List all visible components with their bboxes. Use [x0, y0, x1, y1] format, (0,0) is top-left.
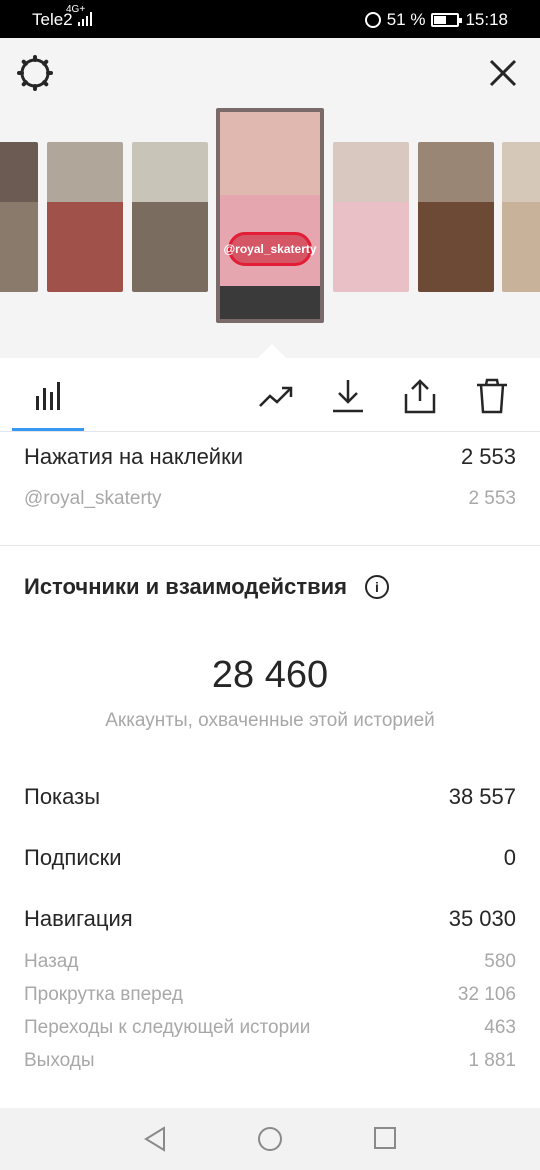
clock: 15:18: [465, 10, 508, 29]
gear-icon[interactable]: [16, 54, 54, 92]
battery-icon: [431, 13, 463, 27]
system-nav-bar: [0, 1108, 540, 1170]
follows-row: Подписки 0: [24, 845, 516, 871]
story-thumbnail[interactable]: [418, 142, 494, 292]
sticker-taps-value: 2 553: [460, 444, 516, 469]
section-divider: [0, 545, 540, 546]
navigation-row: Навигация 35 030: [24, 906, 516, 932]
story-thumbnail[interactable]: [47, 142, 123, 292]
download-icon[interactable]: [330, 378, 366, 414]
sticker-item-label: @royal_skaterty: [24, 488, 162, 509]
active-tab-indicator: [12, 428, 84, 431]
recent-square-icon[interactable]: [373, 1126, 397, 1150]
nav-detail-label: Переходы к следующей истории: [24, 1017, 311, 1038]
nav-detail-value: 32 106: [457, 984, 516, 1005]
story-preview-area: @royal_skaterty: [0, 38, 540, 358]
reach-value: 28 460: [211, 654, 329, 696]
status-bar: Tele2 4G+ 51 % 15:18: [0, 0, 540, 38]
sticker-taps-row: Нажатия на наклейки 2 553: [24, 444, 516, 470]
share-icon[interactable]: [402, 378, 438, 414]
story-thumbnail[interactable]: [333, 142, 409, 292]
nav-detail-value: 580: [484, 951, 516, 972]
reach-label: Аккаунты, охваченные этой историей: [105, 710, 435, 731]
close-icon[interactable]: [488, 58, 518, 88]
metric-value: 38 557: [448, 784, 516, 809]
bar-chart-icon[interactable]: [30, 378, 66, 414]
signal-icon: [78, 12, 92, 26]
trash-icon[interactable]: [474, 378, 510, 414]
nav-detail-label: Назад: [24, 951, 79, 972]
sticker-taps-label: Нажатия на наклейки: [24, 444, 244, 469]
trending-up-icon[interactable]: [258, 378, 294, 414]
story-toolbar: [0, 358, 540, 432]
back-triangle-icon[interactable]: [142, 1126, 168, 1152]
selection-pointer: [258, 344, 286, 358]
battery-percent: 51 %: [386, 10, 426, 29]
home-circle-icon[interactable]: [257, 1126, 283, 1152]
metric-label: Показы: [24, 784, 101, 809]
info-icon[interactable]: i: [364, 575, 389, 599]
sticker-item-row: @royal_skaterty 2 553: [24, 488, 516, 510]
metric-label: Подписки: [24, 845, 122, 870]
section-title: Источники и взаимодействия: [24, 574, 347, 599]
impressions-row: Показы 38 557: [24, 784, 516, 810]
metric-value: 0: [503, 845, 516, 870]
navigation-detail-row: Назад 580: [24, 951, 516, 973]
nav-detail-label: Прокрутка вперед: [24, 984, 183, 1005]
story-thumbnail[interactable]: [132, 142, 208, 292]
nav-detail-label: Выходы: [24, 1050, 95, 1071]
story-thumbnail[interactable]: [0, 142, 38, 292]
mention-sticker: @royal_skaterty: [223, 232, 317, 266]
story-thumbnail-selected[interactable]: @royal_skaterty: [216, 108, 324, 323]
navigation-detail-row: Выходы 1 881: [24, 1050, 516, 1072]
metric-label: Навигация: [24, 906, 133, 931]
navigation-detail-row: Переходы к следующей истории 463: [24, 1017, 516, 1039]
section-heading: Источники и взаимодействия i: [24, 574, 389, 600]
alarm-icon: [364, 12, 381, 28]
sticker-item-value: 2 553: [468, 488, 516, 509]
nav-detail-value: 463: [484, 1017, 516, 1038]
story-thumbnail[interactable]: [502, 142, 540, 292]
story-thumbnails: @royal_skaterty: [0, 108, 540, 328]
metric-value: 35 030: [448, 906, 516, 931]
nav-detail-value: 1 881: [468, 1050, 516, 1071]
navigation-detail-row: Прокрутка вперед 32 106: [24, 984, 516, 1006]
